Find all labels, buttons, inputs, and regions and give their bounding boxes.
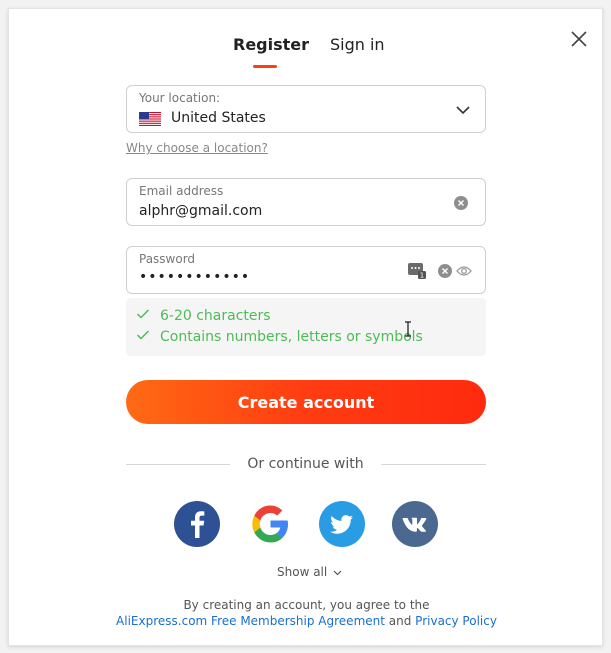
show-password-eye-icon[interactable]: [456, 264, 472, 278]
terms-text: By creating an account, you agree to the: [183, 598, 430, 612]
email-label: Email address: [139, 184, 224, 198]
create-account-button[interactable]: Create account: [126, 380, 486, 424]
terms-links: AliExpress.com Free Membership Agreement…: [9, 614, 604, 628]
google-login-button[interactable]: [247, 501, 293, 547]
email-field[interactable]: Email address alphr@gmail.com: [126, 178, 486, 226]
divider-left: [126, 464, 230, 465]
email-value[interactable]: alphr@gmail.com: [139, 203, 262, 219]
check-icon: [136, 330, 150, 340]
facebook-login-button[interactable]: [174, 501, 220, 547]
tab-register[interactable]: Register: [233, 35, 309, 54]
auth-tabs: Register Sign in: [9, 27, 602, 77]
or-continue-label: Or continue with: [247, 456, 364, 472]
password-label: Password: [139, 252, 196, 266]
active-tab-indicator: [253, 65, 277, 68]
chevron-down-icon[interactable]: [455, 102, 471, 118]
location-select[interactable]: Your location: United States: [126, 85, 486, 133]
terms-and-text: and: [384, 614, 416, 628]
why-location-link[interactable]: Why choose a location?: [126, 141, 268, 155]
requirement-length-text: 6-20 characters: [160, 308, 271, 324]
divider-right: [381, 464, 486, 465]
location-label: Your location:: [139, 91, 221, 105]
svg-text:1: 1: [420, 272, 424, 280]
tab-signin[interactable]: Sign in: [330, 35, 385, 54]
requirement-chars: Contains numbers, letters or symbols: [136, 329, 423, 345]
text-cursor-icon: [405, 321, 411, 337]
chevron-down-icon: [333, 570, 342, 575]
twitter-icon: [330, 515, 353, 534]
facebook-icon: [191, 511, 205, 538]
requirement-length: 6-20 characters: [136, 308, 271, 324]
vk-login-button[interactable]: [392, 501, 438, 547]
password-manager-icon[interactable]: 1: [407, 260, 427, 280]
check-icon: [136, 309, 150, 319]
google-icon: [252, 505, 288, 543]
password-requirements: 6-20 characters Contains numbers, letter…: [126, 298, 486, 356]
clear-email-icon[interactable]: [454, 196, 468, 210]
privacy-policy-link[interactable]: Privacy Policy: [415, 614, 497, 628]
location-value: United States: [171, 110, 266, 126]
membership-agreement-link[interactable]: AliExpress.com Free Membership Agreement: [116, 614, 385, 628]
clear-password-icon[interactable]: [438, 264, 452, 278]
password-field[interactable]: Password •••••••••••• 1: [126, 246, 486, 294]
us-flag-icon: [139, 112, 161, 126]
vk-icon: [402, 517, 427, 532]
show-all-label: Show all: [277, 565, 328, 579]
show-all-link[interactable]: Show all: [277, 565, 342, 579]
password-value[interactable]: ••••••••••••: [139, 269, 250, 285]
requirement-chars-text: Contains numbers, letters or symbols: [160, 329, 423, 345]
twitter-login-button[interactable]: [319, 501, 365, 547]
register-dialog: Register Sign in Your location: United S…: [8, 8, 603, 646]
